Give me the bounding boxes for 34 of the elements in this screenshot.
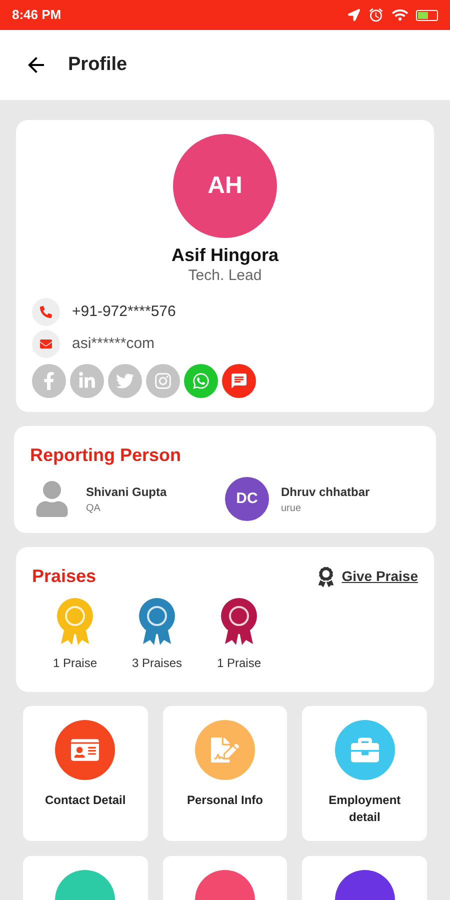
menu-tile[interactable]: Personal Info <box>162 706 288 841</box>
chat-icon[interactable] <box>222 364 256 398</box>
praise-count: 3 Praises <box>132 655 182 672</box>
location-icon <box>348 9 360 21</box>
instagram-icon[interactable] <box>146 364 180 398</box>
award-icon <box>318 566 334 586</box>
battery-icon <box>416 10 438 20</box>
wifi-icon <box>392 7 408 23</box>
email-address: asi******com <box>72 334 155 354</box>
section-title: Praises <box>32 565 96 588</box>
praise-count: 1 Praise <box>216 655 262 672</box>
person-name: Shivani Gupta <box>86 484 167 500</box>
alarm-icon <box>368 7 384 23</box>
whatsapp-icon[interactable] <box>184 364 218 398</box>
profile-name: Asif Hingora <box>171 244 278 266</box>
person-name: Dhruv chhatbar <box>281 484 370 500</box>
profile-role: Tech. Lead <box>188 266 262 286</box>
email-icon <box>32 330 60 358</box>
status-time: 8:46 PM <box>12 6 62 24</box>
person-avatar: DC <box>225 477 269 521</box>
section-title: Reporting Person <box>30 444 182 467</box>
menu-tile[interactable]: Employment detail <box>302 706 427 841</box>
profile-avatar: AH <box>173 134 277 238</box>
praise-count: 1 Praise <box>52 655 98 672</box>
facebook-icon[interactable] <box>32 364 66 398</box>
page-title: Profile <box>68 52 128 77</box>
twitter-icon[interactable] <box>108 364 142 398</box>
menu-tile[interactable]: Contact Detail <box>23 706 148 841</box>
give-praise-link[interactable]: Give Praise <box>342 566 418 587</box>
phone-number: +91-972****576 <box>72 302 176 322</box>
linkedin-icon[interactable] <box>70 364 104 398</box>
person-role: urue <box>281 502 302 516</box>
phone-icon <box>32 298 60 326</box>
person-role: QA <box>86 502 102 516</box>
